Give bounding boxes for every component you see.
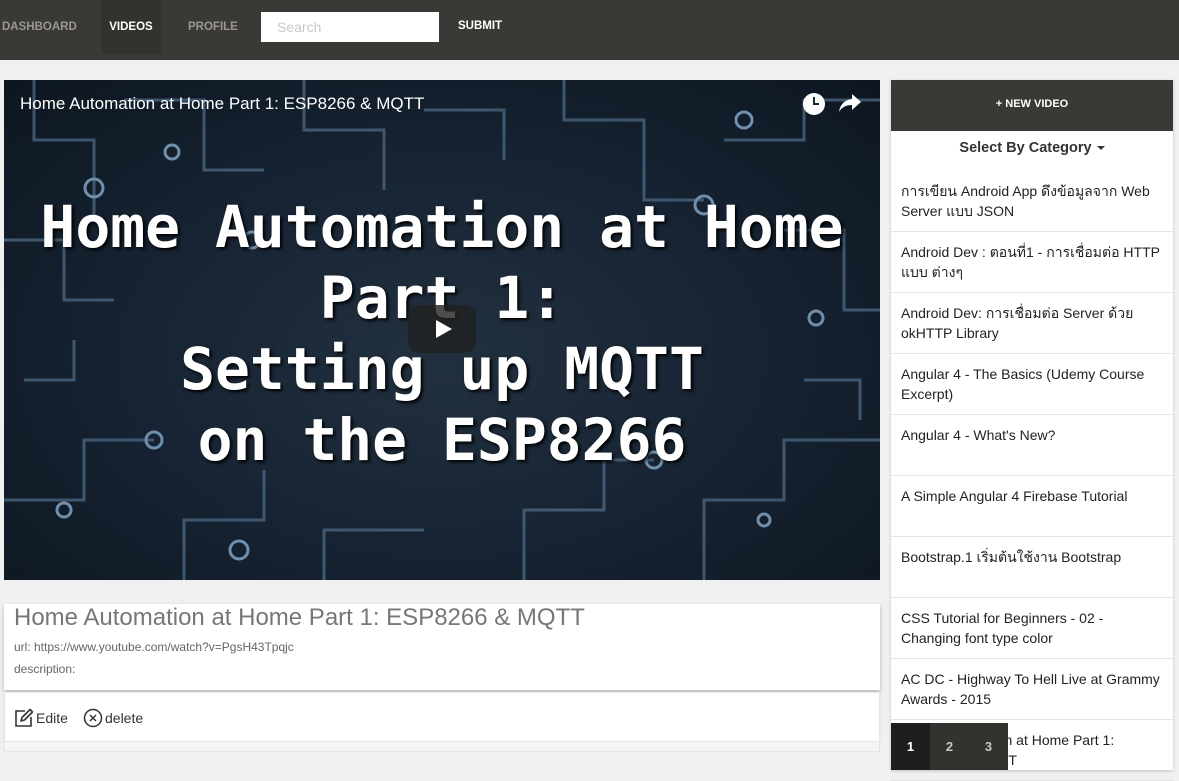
page-button-2[interactable]: 2 [930,723,969,770]
edit-icon [15,708,34,727]
list-item[interactable]: A Simple Angular 4 Firebase Tutorial [891,476,1173,537]
list-item[interactable]: การเขียน Android App ดึงข้อมูลจาก Web Se… [891,171,1173,232]
video-description: description: [14,662,76,676]
list-item[interactable]: CSS Tutorial for Beginners - 02 - Changi… [891,598,1173,659]
category-dropdown[interactable]: Select By Category [891,140,1173,156]
video-title: Home Automation at Home Part 1: ESP8266 … [14,604,585,631]
delete-label: delete [105,710,144,726]
list-item[interactable]: Angular 4 - The Basics (Udemy Course Exc… [891,354,1173,415]
clock-icon[interactable] [803,93,825,115]
search-input[interactable] [261,12,439,42]
video-details-card: Home Automation at Home Part 1: ESP8266 … [4,604,880,690]
caret-down-icon [1096,146,1105,151]
card-footer [4,742,880,752]
pagination: 1 2 3 [891,723,1008,770]
player-title[interactable]: Home Automation at Home Part 1: ESP8266 … [20,94,424,114]
list-item[interactable]: Bootstrap.1 เริ่มต้นใช้งาน Bootstrap [891,537,1173,598]
nav-item-profile[interactable]: PROFILE [188,0,238,54]
nav-item-dashboard[interactable]: DASHBOARD [2,0,77,54]
edit-button[interactable]: Edite [14,707,68,729]
new-video-button[interactable]: + NEW VIDEO [891,80,1173,131]
close-circle-icon [83,708,103,728]
list-item[interactable]: AC DC - Highway To Hell Live at Grammy A… [891,659,1173,720]
page-button-3[interactable]: 3 [969,723,1008,770]
play-icon[interactable] [408,305,476,353]
edit-label: Edite [36,710,68,726]
video-actions: Edite delete [4,692,880,742]
video-list: การเขียน Android App ดึงข้อมูลจาก Web Se… [891,171,1173,781]
page-button-1[interactable]: 1 [891,723,930,770]
submit-button[interactable]: SUBMIT [458,14,502,38]
list-item[interactable]: Android Dev: การเชื่อมต่อ Server ด้วย ok… [891,293,1173,354]
category-label: Select By Category [959,140,1092,156]
list-item[interactable]: Angular 4 - What's New? [891,415,1173,476]
video-player[interactable]: Home Automation at Home Part 1: ESP8266 … [4,80,880,580]
video-sidebar: + NEW VIDEO Select By Category การเขียน … [891,80,1173,781]
top-navbar: DASHBOARD VIDEOS PROFILE SUBMIT [0,0,1179,60]
video-url: url: https://www.youtube.com/watch?v=Pgs… [14,640,294,654]
share-icon[interactable] [838,92,862,114]
nav-item-videos[interactable]: VIDEOS [101,0,161,54]
list-item[interactable]: Android Dev : ตอนที่1 - การเชื่อมต่อ HTT… [891,232,1173,293]
delete-button[interactable]: delete [83,707,143,729]
